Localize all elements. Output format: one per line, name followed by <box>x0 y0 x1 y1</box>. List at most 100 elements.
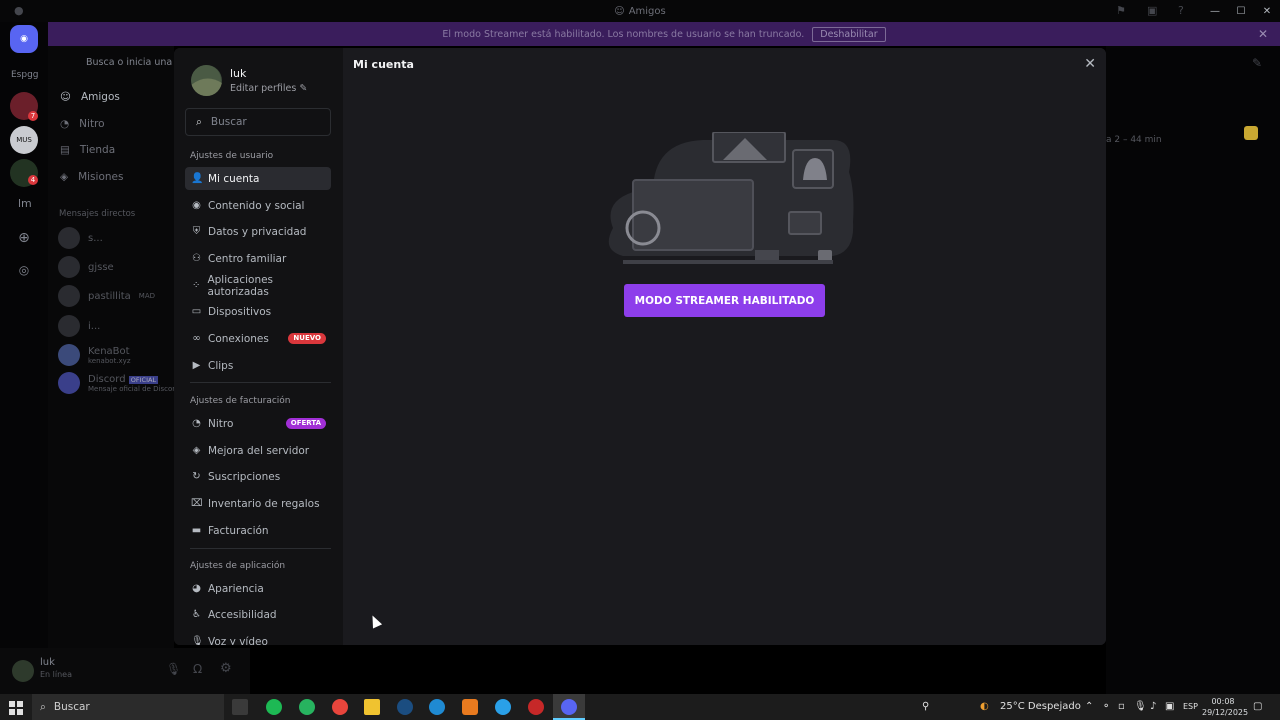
family-icon: ⚇ <box>192 253 201 264</box>
streamer-mode-button[interactable]: MODO STREAMER HABILITADO <box>624 284 825 317</box>
avatar <box>58 315 80 337</box>
minimize-button[interactable]: — <box>1202 6 1228 17</box>
file-explorer-icon[interactable] <box>364 699 380 715</box>
close-icon[interactable]: ✕ <box>1258 27 1268 41</box>
sidebar-item-data-privacy[interactable]: ⛨ Datos y privacidad <box>185 220 331 243</box>
sidebar-item-billing[interactable]: ▬ Facturación <box>185 519 331 542</box>
card-icon: ▬ <box>191 525 202 536</box>
microphone-icon[interactable]: 🎙 <box>166 662 181 676</box>
dm-list-item[interactable]: s... <box>58 227 103 249</box>
user-icon: 👤 <box>191 173 204 184</box>
sidebar-item-connections[interactable]: ∞ Conexiones NUEVO <box>185 327 331 350</box>
home-discord-icon[interactable]: ◉ <box>10 25 38 53</box>
language-indicator[interactable]: ESP <box>1183 694 1198 720</box>
sidebar-item-family-center[interactable]: ⚇ Centro familiar <box>185 247 331 270</box>
profile-name: luk <box>230 67 247 80</box>
sidebar-item-voice-video[interactable]: 🎙 Voz y vídeo <box>185 630 331 646</box>
edge-icon[interactable] <box>429 699 445 715</box>
chevron-up-icon[interactable]: ⌃ <box>1085 694 1093 720</box>
boost-icon: ◈ <box>192 445 201 456</box>
sidebar-item-clips[interactable]: ▶ Clips <box>185 354 331 377</box>
copilot-icon[interactable]: ⚲ <box>922 694 929 720</box>
dm-list-item[interactable]: pastillita MAD <box>58 285 155 307</box>
dm-section-title: Mensajes directos <box>59 209 136 219</box>
sidebar-item-authorized-apps[interactable]: ⁘ Aplicaciones autorizadas <box>185 274 331 298</box>
server-badge: 4 <box>28 175 38 185</box>
close-window-button[interactable]: ✕ <box>1254 6 1280 17</box>
obs-icon[interactable] <box>528 699 544 715</box>
shield-icon: ⛨ <box>192 226 201 237</box>
dm-list-item[interactable]: gjsse <box>58 256 114 278</box>
clips-icon: ▶ <box>192 360 201 371</box>
sidebar-item-subscriptions[interactable]: ↻ Suscripciones <box>185 465 331 488</box>
nav-friends[interactable]: ☺ Amigos <box>60 91 120 103</box>
volume-icon[interactable]: ♪ <box>1150 694 1156 720</box>
dm-tag: MAD <box>138 292 155 300</box>
accessibility-icon: ♿ <box>192 609 201 620</box>
server-icon[interactable]: MUS <box>10 126 38 154</box>
banner-text: El modo Streamer está habilitado. Los no… <box>442 28 805 40</box>
search-icon: ⌕ <box>40 700 46 713</box>
task-view-icon[interactable] <box>232 699 248 715</box>
nav-shop[interactable]: ▤ Tienda <box>60 144 115 156</box>
dm-list-item[interactable]: KenaBot kenabot.xyz <box>58 344 131 366</box>
taskbar-search-input[interactable]: ⌕ Buscar <box>32 694 224 720</box>
dm-list-item[interactable]: Discord OFICIAL Mensaje oficial de Discor… <box>58 372 179 394</box>
settings-gear-icon[interactable]: ⚙ <box>220 661 232 676</box>
sidebar-item-devices[interactable]: ▭ Dispositivos <box>185 300 331 323</box>
steam-icon[interactable] <box>397 699 413 715</box>
sidebar-item-accessibility[interactable]: ♿ Accesibilidad <box>185 603 331 626</box>
window-title: Amigos <box>628 5 666 17</box>
spotify-icon[interactable] <box>266 699 282 715</box>
server-label[interactable]: Espgg <box>11 70 39 80</box>
sidebar-item-gift-inventory[interactable]: ⌧ Inventario de regalos <box>185 492 331 515</box>
screen-icon[interactable]: ▣ <box>1147 4 1157 17</box>
maximize-button[interactable]: ☐ <box>1228 6 1254 17</box>
network-icon[interactable]: ⚬ <box>1102 694 1110 720</box>
headphones-icon[interactable]: Ω <box>193 662 202 676</box>
inbox-icon[interactable]: ⚑ <box>1116 4 1126 17</box>
weather-text[interactable]: 25°C Despejado <box>1000 694 1081 720</box>
explore-icon[interactable]: ◎ <box>10 256 38 284</box>
windows-start-icon[interactable] <box>9 700 23 715</box>
settings-search-input[interactable]: ⌕ Buscar <box>185 108 331 136</box>
tray-icon[interactable]: ▫ <box>1118 694 1125 720</box>
clock[interactable]: 00:08 29/12/2025 <box>1202 696 1248 718</box>
display-icon[interactable]: ▣ <box>1165 694 1174 720</box>
dm-column: Busca o inicia una con ☺ Amigos ◔ Nitro ▤ T… <box>48 46 192 694</box>
user-status: En línea <box>40 670 73 679</box>
new-badge: NUEVO <box>288 333 326 344</box>
inbox-icon[interactable]: ✎ <box>1252 56 1262 70</box>
microphone-icon[interactable]: 🎙 <box>1134 694 1147 720</box>
notification-icon[interactable]: ▢ <box>1253 694 1262 720</box>
nav-nitro[interactable]: ◔ Nitro <box>60 118 105 130</box>
profile-avatar[interactable] <box>191 65 222 96</box>
sidebar-item-appearance[interactable]: ◕ Apariencia <box>185 577 331 600</box>
nav-quests[interactable]: ◈ Misiones <box>60 171 123 183</box>
help-icon[interactable]: ? <box>1178 4 1184 17</box>
sidebar-item-my-account[interactable]: 👤 Mi cuenta <box>185 167 331 190</box>
app-icon[interactable] <box>462 699 478 715</box>
settings-sidebar: luk Editar perfiles ✎ ⌕ Buscar Ajustes d… <box>174 48 343 645</box>
discord-logo-icon: ● <box>14 4 24 17</box>
user-name: luk <box>40 657 55 668</box>
user-bar: luk En línea 🎙 Ω ⚙ <box>0 648 250 694</box>
dm-list-item[interactable]: i... <box>58 315 100 337</box>
app-icon[interactable] <box>299 699 315 715</box>
sidebar-item-content-social[interactable]: ◉ Contenido y social <box>185 194 331 217</box>
nitro-icon: ◔ <box>192 418 201 429</box>
add-server-icon[interactable]: ⊕ <box>10 224 38 252</box>
discord-taskbar-button[interactable] <box>553 694 585 720</box>
chrome-icon[interactable] <box>332 699 348 715</box>
edge-icon[interactable] <box>495 699 511 715</box>
server-label[interactable]: lm <box>18 197 32 210</box>
close-settings-icon[interactable]: ✕ <box>1084 56 1096 72</box>
settings-content: Mi cuenta ✕ MODO STREAMER HABILITADO <box>343 48 1106 645</box>
sidebar-item-nitro[interactable]: ◔ Nitro OFERTA <box>185 412 331 435</box>
sidebar-item-server-boost[interactable]: ◈ Mejora del servidor <box>185 439 331 462</box>
streamer-mode-illustration <box>608 132 854 264</box>
window-titlebar: ● ☺ Amigos ⚑ ▣ ? — ☐ ✕ <box>0 0 1280 22</box>
avatar[interactable] <box>12 660 34 682</box>
edit-profiles-link[interactable]: Editar perfiles ✎ <box>230 83 307 94</box>
disable-streamer-button[interactable]: Deshabilitar <box>812 26 886 42</box>
